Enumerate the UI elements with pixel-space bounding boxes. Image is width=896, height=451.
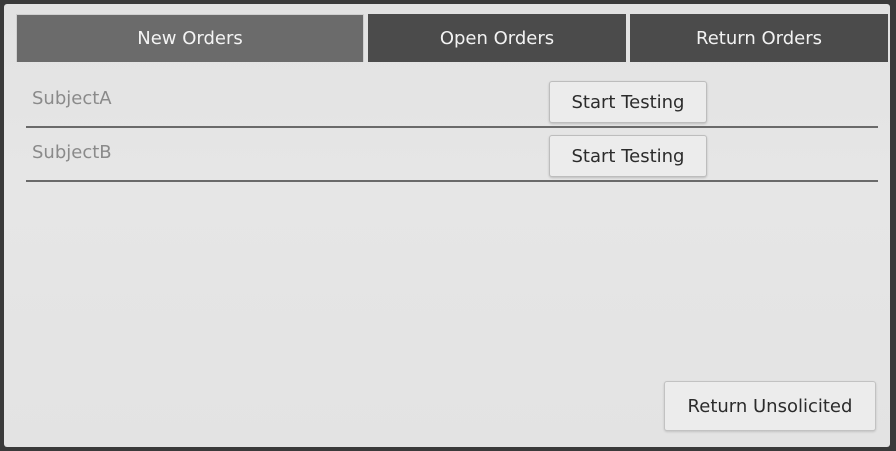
subject-name: SubjectB: [32, 142, 112, 163]
tab-return-orders[interactable]: Return Orders: [630, 14, 888, 62]
start-testing-button[interactable]: Start Testing: [549, 81, 707, 123]
list-item: SubjectA Start Testing: [26, 76, 878, 128]
start-testing-button[interactable]: Start Testing: [549, 135, 707, 177]
tab-bar: New Orders Open Orders Return Orders: [16, 14, 888, 66]
return-unsolicited-button[interactable]: Return Unsolicited: [664, 381, 876, 431]
order-list: SubjectA Start Testing SubjectB Start Te…: [26, 76, 878, 184]
tab-open-orders[interactable]: Open Orders: [368, 14, 626, 62]
list-item: SubjectB Start Testing: [26, 130, 878, 182]
orders-screen: New Orders Open Orders Return Orders Sub…: [4, 4, 890, 447]
tab-new-orders[interactable]: New Orders: [16, 14, 364, 62]
subject-name: SubjectA: [32, 88, 112, 109]
